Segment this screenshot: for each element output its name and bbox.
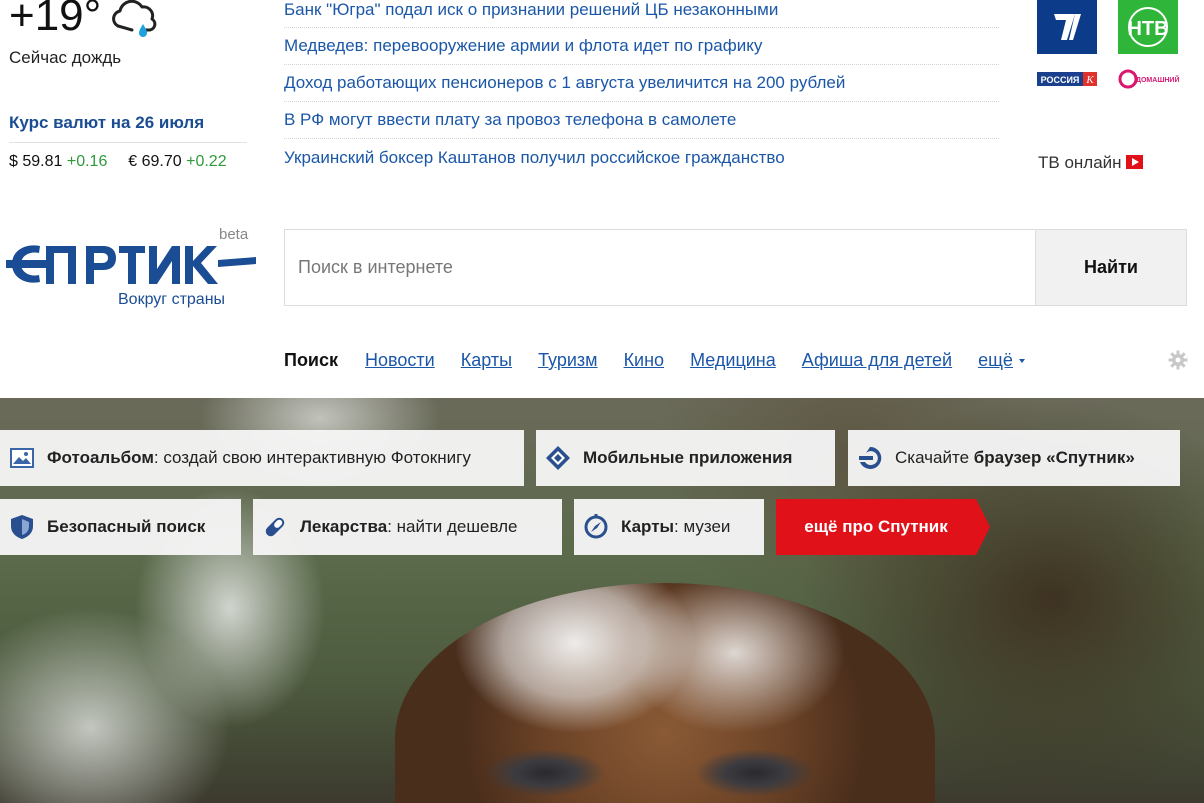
safe-search-tile[interactable]: Безопасный поиск (0, 499, 241, 555)
medicines-text: : найти дешевле (387, 517, 518, 536)
news-item[interactable]: В РФ могут ввести плату за провоз телефо… (284, 102, 999, 139)
domashny-logo[interactable]: ДОМАШНИЙ (1118, 68, 1180, 90)
photobook-tile[interactable]: Фотоальбом: создай свою интерактивную Фо… (0, 430, 524, 486)
eur-symbol: € (128, 153, 138, 170)
medicines-tile[interactable]: Лекарства: найти дешевле (253, 499, 562, 555)
logo-tagline: Вокруг страны (118, 291, 226, 308)
rossia-k-logo[interactable]: РОССИЯ К (1037, 72, 1097, 86)
nav-news[interactable]: Новости (365, 350, 435, 370)
chevron-down-icon (1018, 359, 1025, 363)
play-icon (1125, 155, 1143, 169)
mobile-apps-title: Мобильные приложения (583, 448, 793, 467)
search-input[interactable] (285, 230, 1035, 305)
owl-photo (395, 583, 935, 803)
rates-title[interactable]: Курс валют на 26 июля (9, 113, 204, 133)
nav-tourism[interactable]: Туризм (538, 350, 597, 370)
svg-text:РОССИЯ: РОССИЯ (1041, 75, 1080, 85)
photo-icon (9, 445, 35, 471)
tv-online-link[interactable]: ТВ онлайн (1038, 153, 1143, 173)
temperature: +19° (9, 0, 102, 40)
svg-text:НТВ: НТВ (1127, 18, 1168, 40)
svg-text:К: К (1085, 74, 1094, 86)
news-item[interactable]: Медведев: перевооружение армии и флота и… (284, 28, 999, 65)
nav-kids-events[interactable]: Афиша для детей (802, 350, 952, 370)
ntv-logo[interactable]: НТВ (1118, 0, 1178, 54)
weather-description: Сейчас дождь (9, 48, 122, 67)
pill-icon (262, 514, 288, 540)
news-item[interactable]: Доход работающих пенсионеров с 1 августа… (284, 65, 999, 102)
more-about-sputnik-button[interactable]: ещё про Спутник (776, 499, 990, 555)
search-nav: Поиск Новости Карты Туризм Кино Медицина… (284, 350, 1046, 371)
compass-icon (583, 514, 609, 540)
mobile-apps-tile[interactable]: Мобильные приложения (536, 430, 835, 486)
svg-text:ДОМАШНИЙ: ДОМАШНИЙ (1136, 75, 1179, 84)
nav-more-label: ещё (978, 350, 1013, 370)
more-about-sputnik-label: ещё про Спутник (804, 517, 948, 536)
medicines-title: Лекарства (300, 517, 388, 536)
gear-icon[interactable] (1168, 350, 1188, 370)
tv-online-label: ТВ онлайн (1038, 153, 1122, 172)
safe-search-title: Безопасный поиск (47, 517, 206, 536)
maps-title: Карты (621, 517, 675, 536)
weather: +19° (9, 0, 160, 43)
browser-pre: Скачайте (895, 448, 974, 467)
maps-text: : музеи (674, 517, 731, 536)
search-box (284, 229, 1036, 306)
photobook-title: Фотоальбом (47, 448, 154, 467)
eur-value: 69.70 (141, 153, 182, 170)
browser-tile[interactable]: Скачайте браузер «Спутник» (848, 430, 1180, 486)
nav-maps[interactable]: Карты (461, 350, 512, 370)
news-list: Банк "Югра" подал иск о признании решени… (284, 0, 999, 176)
nav-search[interactable]: Поиск (284, 350, 338, 370)
beta-label: beta (219, 226, 249, 243)
mobile-app-icon (545, 445, 571, 471)
search-button[interactable]: Найти (1035, 229, 1187, 306)
nav-cinema[interactable]: Кино (624, 350, 665, 370)
eur-change: +0.22 (186, 153, 227, 170)
nav-medicine[interactable]: Медицина (690, 350, 776, 370)
nav-more[interactable]: ещё (978, 350, 1025, 370)
usd-symbol: $ (9, 153, 18, 170)
maps-tile[interactable]: Карты: музеи (574, 499, 764, 555)
currency-rates: $ 59.81 +0.16 € 69.70 +0.22 (9, 153, 227, 171)
browser-icon (857, 445, 883, 471)
usd-change: +0.16 (66, 153, 108, 170)
divider (9, 142, 247, 143)
news-item[interactable]: Банк "Югра" подал иск о признании решени… (284, 0, 999, 28)
photobook-text: : создай свою интерактивную Фотокнигу (153, 448, 471, 467)
usd-value: 59.81 (22, 153, 63, 170)
channel-one-logo[interactable] (1037, 0, 1097, 54)
shield-icon (9, 514, 35, 540)
browser-title: браузер «Спутник» (973, 448, 1135, 467)
cloud-rain-icon (108, 0, 160, 43)
news-item[interactable]: Украинский боксер Каштанов получил росси… (284, 139, 999, 176)
